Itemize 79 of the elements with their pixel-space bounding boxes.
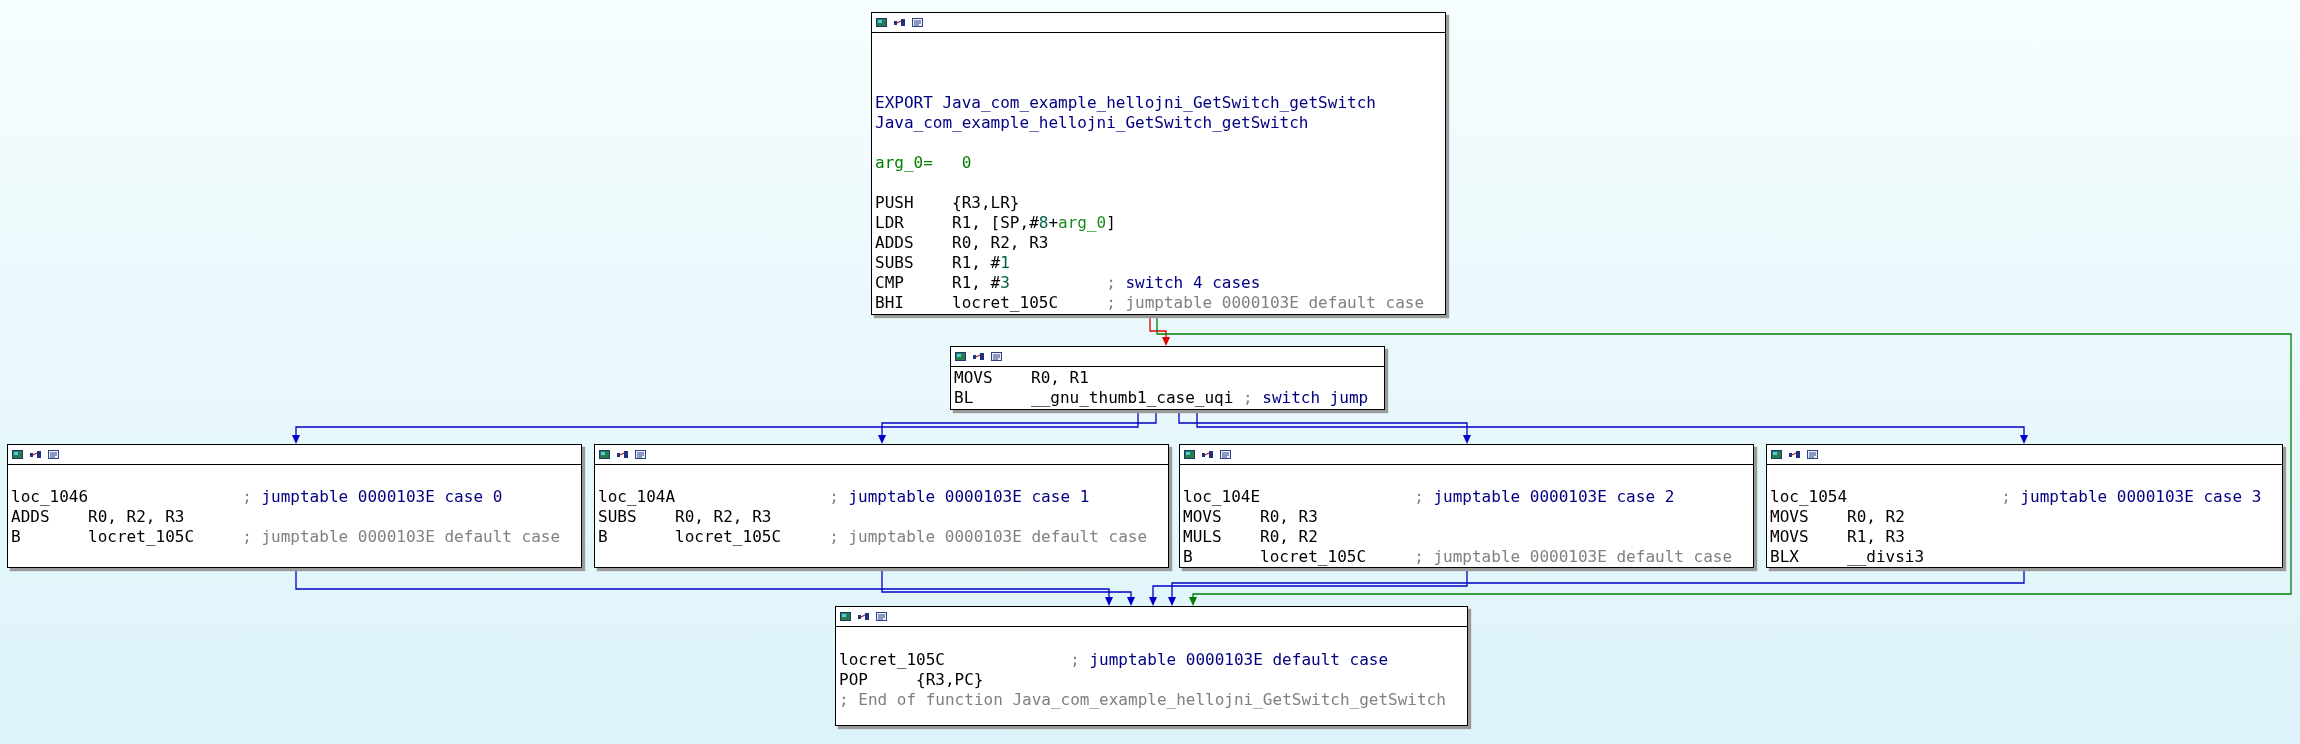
- color-swatch-icon[interactable]: [599, 450, 610, 459]
- instruction-mnemonic: MOVS: [1183, 507, 1223, 527]
- graph-icon[interactable]: [858, 612, 869, 621]
- instruction-operands: R0, R2: [1847, 507, 1906, 527]
- text-view-icon[interactable]: [991, 352, 1002, 361]
- color-swatch-icon[interactable]: [12, 450, 23, 459]
- graph-icon[interactable]: [1789, 450, 1800, 459]
- code-comment: ; jumptable 0000103E default case: [1414, 547, 1733, 567]
- instruction-mnemonic: SUBS: [598, 507, 638, 527]
- instruction-operands: locret_105C: [1260, 547, 1368, 567]
- instruction-operands: {R3,PC}: [916, 670, 985, 690]
- instruction-mnemonic: MOVS: [1770, 527, 1810, 547]
- instruction-mnemonic: ADDS: [875, 233, 915, 253]
- color-swatch-icon[interactable]: [955, 352, 966, 361]
- graph-icon[interactable]: [973, 352, 984, 361]
- code-comment: ; jumptable 0000103E case 1: [829, 487, 1090, 507]
- code-comment: ; switch 4 cases: [1106, 273, 1261, 293]
- instruction-mnemonic: MULS: [1183, 527, 1223, 547]
- code-comment: ; jumptable 0000103E default case: [1106, 293, 1425, 313]
- code-comment: ; jumptable 0000103E default case: [242, 527, 561, 547]
- color-swatch-icon[interactable]: [840, 612, 851, 621]
- instruction-mnemonic: PUSH: [875, 193, 915, 213]
- code-label: loc_1054: [1770, 487, 1849, 507]
- instruction-operands: R0, R1: [1031, 368, 1090, 388]
- code-comment: ; jumptable 0000103E case 3: [2001, 487, 2262, 507]
- code-comment: ; jumptable 0000103E default case: [829, 527, 1148, 547]
- instruction-mnemonic: ADDS: [11, 507, 51, 527]
- instruction-mnemonic: POP: [839, 670, 869, 690]
- code-label: loc_104A: [598, 487, 677, 507]
- code-comment: ; End of function Java_com_example_hellojni_GetSwitch_getSwitch: [839, 690, 1446, 710]
- instruction-mnemonic: CMP: [875, 273, 905, 293]
- instruction-mnemonic: B: [1183, 547, 1194, 567]
- text-view-icon[interactable]: [48, 450, 59, 459]
- instruction-operands: locret_105C: [675, 527, 783, 547]
- instruction-mnemonic: BLX: [1770, 547, 1800, 567]
- instruction-mnemonic: BL: [954, 388, 975, 408]
- code-comment: ; switch jump: [1243, 388, 1369, 408]
- graph-icon[interactable]: [617, 450, 628, 459]
- code-label: loc_1046: [11, 487, 90, 507]
- instruction-operands: R0, R2: [1260, 527, 1319, 547]
- graph-icon[interactable]: [1202, 450, 1213, 459]
- instruction-mnemonic: MOVS: [1770, 507, 1810, 527]
- instruction-operands: R0, R2, R3: [88, 507, 186, 527]
- color-swatch-icon[interactable]: [1184, 450, 1195, 459]
- instruction-operands: locret_105C: [88, 527, 196, 547]
- function-name: Java_com_example_hellojni_GetSwitch_getSwitch: [875, 113, 1309, 133]
- instruction-operands: __gnu_thumb1_case_uqi: [1031, 388, 1234, 408]
- instruction-mnemonic: B: [11, 527, 22, 547]
- instruction-operands: R0, R2, R3: [675, 507, 773, 527]
- instruction-mnemonic: MOVS: [954, 368, 994, 388]
- instruction-mnemonic: LDR: [875, 213, 905, 233]
- text-view-icon[interactable]: [635, 450, 646, 459]
- code-label: loc_104E: [1183, 487, 1262, 507]
- instruction-operands: R1, R3: [1847, 527, 1906, 547]
- color-swatch-icon[interactable]: [876, 18, 887, 27]
- graph-icon[interactable]: [894, 18, 905, 27]
- instruction-mnemonic: SUBS: [875, 253, 915, 273]
- instruction-operands: R1, #3: [952, 273, 1011, 293]
- code-comment: ; jumptable 0000103E case 0: [242, 487, 503, 507]
- text-view-icon[interactable]: [912, 18, 923, 27]
- stack-variable: arg_0= 0: [875, 153, 972, 173]
- instruction-operands: R1, [SP,#8+arg_0]: [952, 213, 1116, 233]
- text-view-icon[interactable]: [1807, 450, 1818, 459]
- instruction-mnemonic: B: [598, 527, 609, 547]
- text-view-icon[interactable]: [876, 612, 887, 621]
- instruction-operands: R0, R2, R3: [952, 233, 1050, 253]
- graph-icon[interactable]: [30, 450, 41, 459]
- color-swatch-icon[interactable]: [1771, 450, 1782, 459]
- text-view-icon[interactable]: [1220, 450, 1231, 459]
- instruction-mnemonic: BHI: [875, 293, 905, 313]
- export-directive: EXPORT Java_com_example_hellojni_GetSwitch_getSwitch: [875, 93, 1376, 113]
- instruction-operands: {R3,LR}: [952, 193, 1021, 213]
- instruction-operands: locret_105C: [952, 293, 1060, 313]
- code-label: locret_105C: [839, 650, 946, 670]
- instruction-operands: __divsi3: [1847, 547, 1926, 567]
- instruction-operands: R1, #1: [952, 253, 1011, 273]
- instruction-operands: R0, R3: [1260, 507, 1319, 527]
- code-comment: ; jumptable 0000103E case 2: [1414, 487, 1675, 507]
- code-comment: ; jumptable 0000103E default case: [1070, 650, 1389, 670]
